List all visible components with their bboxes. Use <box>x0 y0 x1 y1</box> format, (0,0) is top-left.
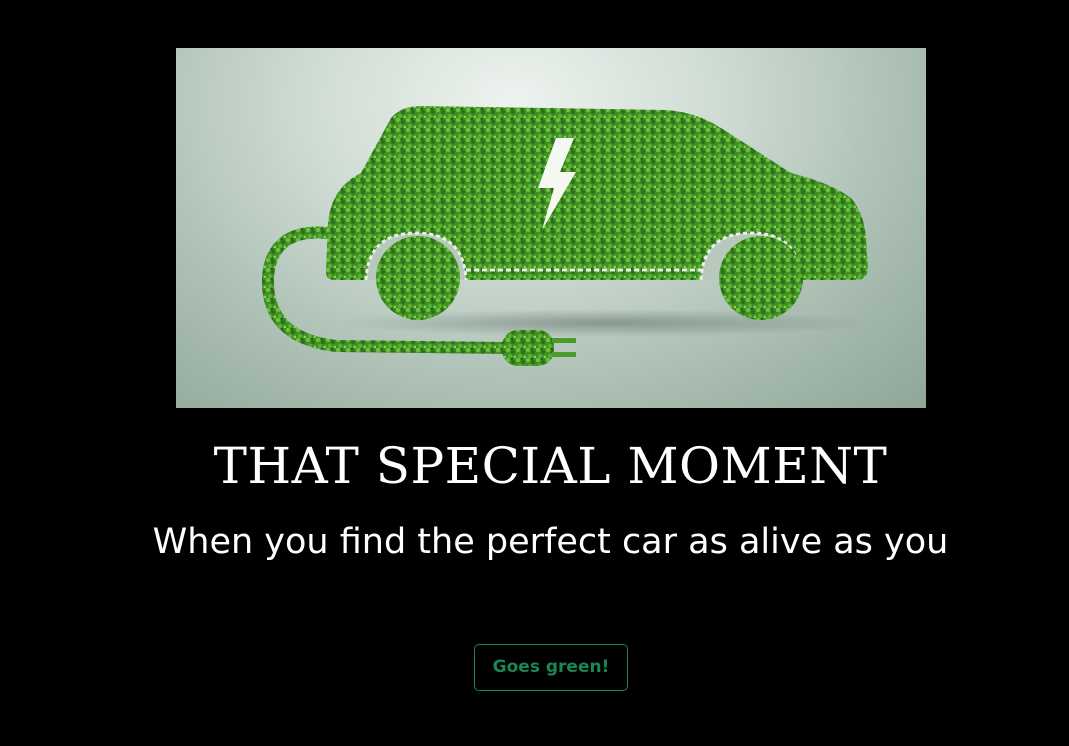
page-subtitle: When you find the perfect car as alive a… <box>152 522 949 562</box>
goes-green-button[interactable]: Goes green! <box>474 644 628 691</box>
page: THAT SPECIAL MOMENT When you find the pe… <box>0 0 1069 746</box>
hero-image <box>176 48 926 408</box>
page-title: THAT SPECIAL MOMENT <box>213 437 888 495</box>
